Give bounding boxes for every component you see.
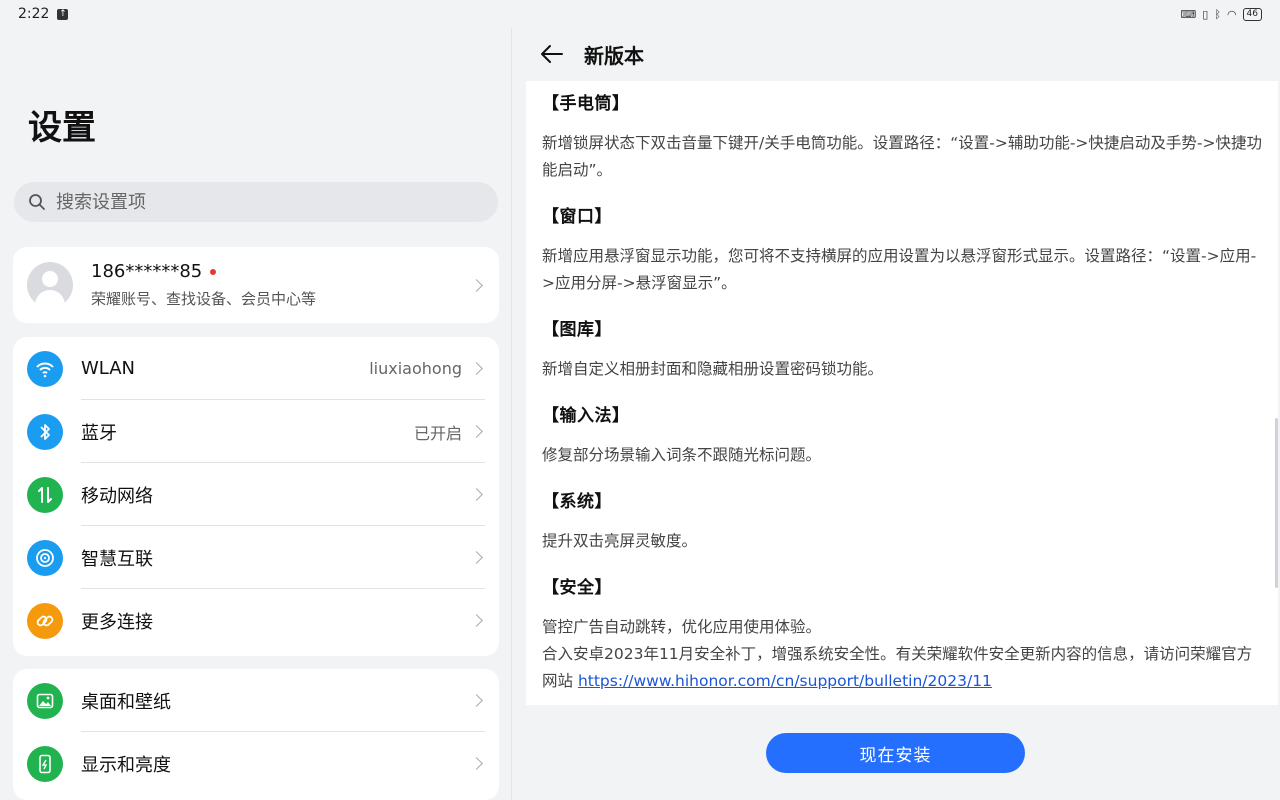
status-time: 2:22 [18,6,50,22]
section-title: 【图库】 [542,320,612,340]
settings-item-mobile-network[interactable]: 移动网络 [13,463,499,526]
release-section: 【窗口】 新增应用悬浮窗显示功能，您可将不支持横屏的应用设置为以悬浮窗形式显示。… [542,202,1262,297]
settings-item-bluetooth[interactable]: 蓝牙 已开启 [13,400,499,463]
release-notes[interactable]: 【手电筒】 新增锁屏状态下双击音量下键开/关手电筒功能。设置路径：“设置->辅助… [526,81,1278,705]
chevron-right-icon [470,694,483,707]
settings-item-more-connections[interactable]: 更多连接 [13,589,499,652]
release-section: 【图库】 新增自定义相册封面和隐藏相册设置密码锁功能。 [542,315,1262,383]
avatar [27,262,73,308]
section-title: 【系统】 [542,492,612,512]
search-input[interactable] [56,191,456,213]
settings-item-smart-connect[interactable]: 智慧互联 [13,526,499,589]
settings-item-label: WLAN [81,358,136,379]
arrow-left-icon [541,45,563,63]
page-title: 新版本 [584,43,644,68]
chevron-right-icon [470,488,483,501]
settings-item-wlan[interactable]: WLAN liuxiaohong [13,337,499,400]
settings-pane: 设置 186******85 荣耀账号、查找设备、会员中心等 WLAN liux… [0,28,512,800]
settings-item-label: 智慧互联 [81,548,153,570]
settings-item-label: 更多连接 [81,611,153,633]
image-icon [27,682,63,719]
smart-connect-icon [27,539,63,576]
settings-item-value: 已开启 [413,423,462,443]
release-section: 【系统】 提升双击亮屏灵敏度。 [542,487,1262,555]
settings-item-value: liuxiaohong [369,359,462,378]
account-card[interactable]: 186******85 荣耀账号、查找设备、会员中心等 [13,247,499,323]
vibrate-icon: ▯ [1202,7,1209,21]
top-bar: 新版本 [512,28,1280,80]
chevron-right-icon [470,757,483,770]
chevron-right-icon [470,278,483,292]
update-detail-pane: 新版本 【手电筒】 新增锁屏状态下双击音量下键开/关手电筒功能。设置路径：“设置… [512,28,1280,800]
release-section: 【输入法】 修复部分场景输入词条不跟随光标问题。 [542,401,1262,469]
section-text: 新增锁屏状态下双击音量下键开/关手电筒功能。设置路径：“设置->辅助功能->快捷… [542,134,1262,179]
mobile-data-icon [27,476,63,513]
section-text: 新增应用悬浮窗显示功能，您可将不支持横屏的应用设置为以悬浮窗形式显示。设置路径：… [542,247,1257,292]
chevron-right-icon [470,551,483,564]
bluetooth-status-icon: ᛒ [1214,7,1221,21]
section-text: 新增自定义相册封面和隐藏相册设置密码锁功能。 [542,360,884,378]
status-bar: 2:22 ↑ ⌨ ▯ ᛒ ◠ 46 [0,0,1280,28]
section-title: 【手电筒】 [542,94,630,114]
settings-item-display-brightness[interactable]: 显示和亮度 [13,732,499,795]
section-text: 管控广告自动跳转，优化应用使用体验。 [542,618,822,636]
chevron-right-icon [470,425,483,438]
search-icon [29,194,45,210]
phone-brightness-icon [27,745,63,782]
scrollbar[interactable] [1275,418,1278,588]
battery-icon: 46 [1242,7,1262,21]
security-bulletin-link[interactable]: https://www.hihonor.com/cn/support/bulle… [578,672,992,690]
section-text: 修复部分场景输入词条不跟随光标问题。 [542,446,822,464]
connectivity-list: WLAN liuxiaohong 蓝牙 已开启 移动网络 智慧互联 更多连接 [13,337,499,656]
settings-item-label: 蓝牙 [81,422,117,444]
section-title: 【窗口】 [542,207,612,227]
install-now-button[interactable]: 现在安装 [766,733,1025,773]
section-text: 提升双击亮屏灵敏度。 [542,532,698,550]
account-name: 186******85 [91,261,203,282]
link-icon [27,602,63,639]
page-title: 设置 [28,108,96,148]
account-subtitle: 荣耀账号、查找设备、会员中心等 [91,290,317,308]
settings-item-label: 桌面和壁纸 [81,691,171,713]
wifi-icon [27,350,63,387]
chevron-right-icon [470,362,483,375]
section-title: 【输入法】 [542,406,630,426]
display-list: 桌面和壁纸 显示和亮度 [13,669,499,800]
chevron-right-icon [470,614,483,627]
section-title: 【安全】 [542,578,612,598]
keyboard-icon: ⌨ [1180,7,1197,21]
settings-item-desktop-wallpaper[interactable]: 桌面和壁纸 [13,669,499,732]
search-bar[interactable] [14,182,498,222]
notification-dot [210,268,217,275]
section-text: 合入安卓2023年11月安全补丁，增强系统安全性。有关荣耀软件安全更新内容的信息… [542,641,1262,695]
wifi-status-icon: ◠ [1226,7,1237,21]
upload-icon: ↑ [57,8,69,20]
settings-item-label: 显示和亮度 [81,754,171,776]
back-button[interactable] [540,44,564,64]
settings-item-label: 移动网络 [81,485,153,507]
bluetooth-icon [27,413,63,450]
release-section: 【安全】 管控广告自动跳转，优化应用使用体验。 合入安卓2023年11月安全补丁… [542,573,1262,695]
release-section: 【手电筒】 新增锁屏状态下双击音量下键开/关手电筒功能。设置路径：“设置->辅助… [542,89,1262,184]
